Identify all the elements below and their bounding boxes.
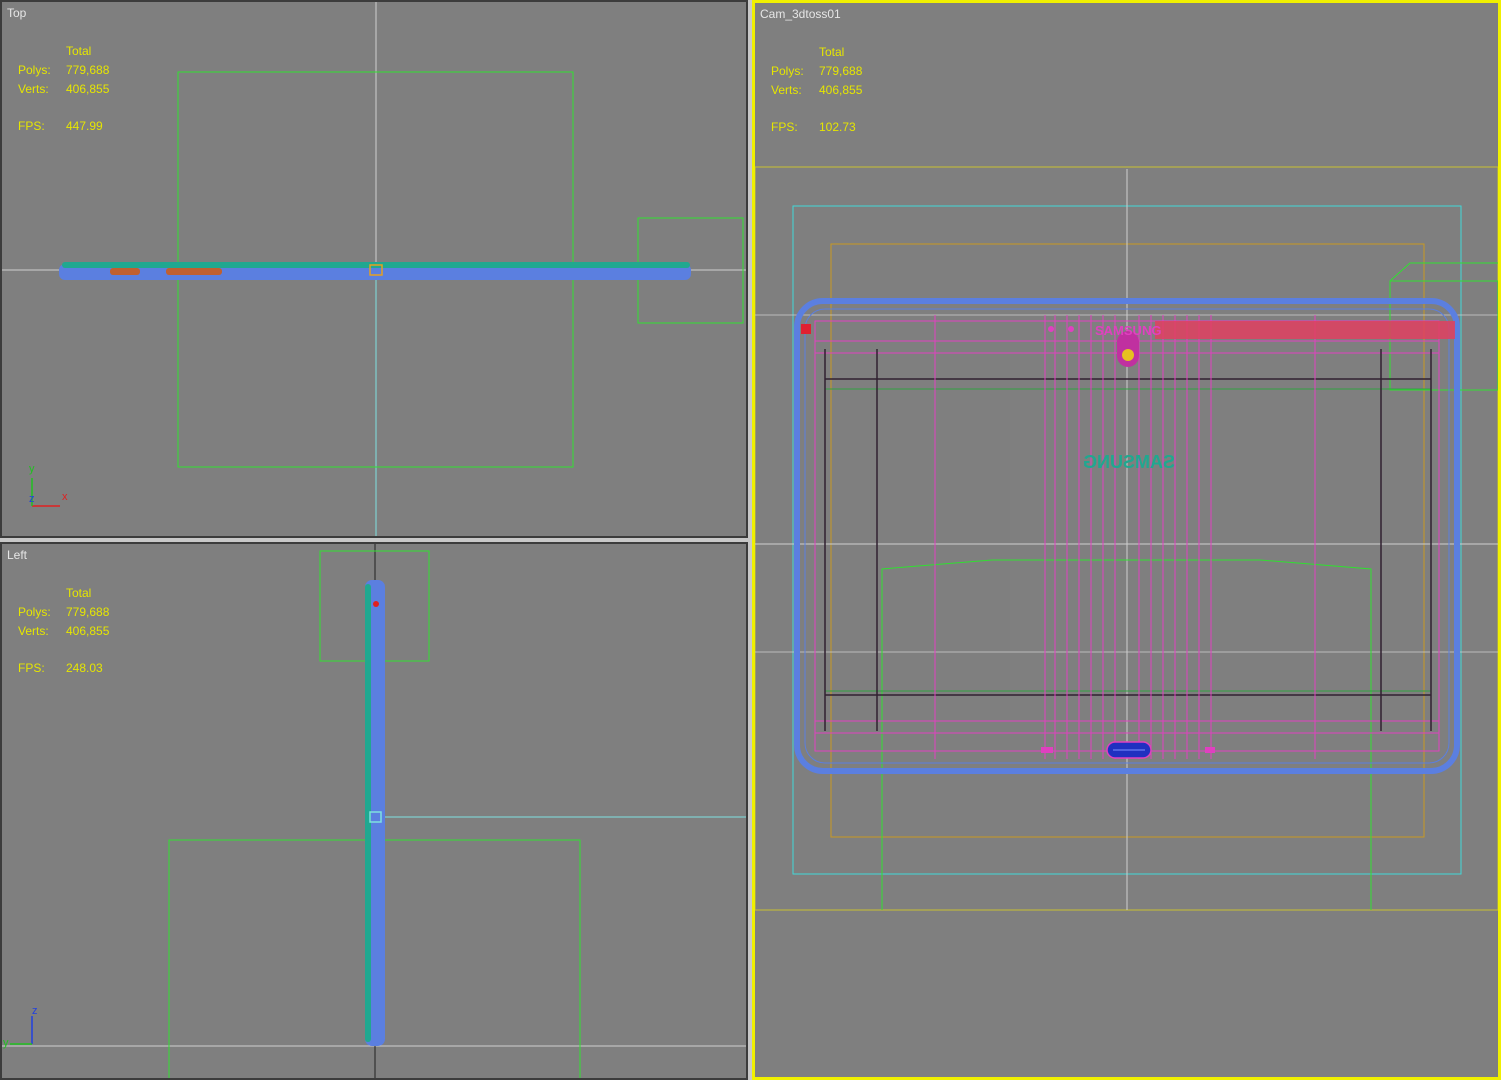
wire-v-bundle: [934, 315, 1316, 759]
top-scene: x y z: [2, 2, 746, 536]
stats-total-label: Total: [66, 586, 92, 600]
top-edge-strip: [1155, 321, 1455, 339]
stats-overlay-camera: Total Polys: 779,688 Verts: 406,855 FPS: 10…: [771, 43, 862, 137]
stats-overlay-top: Total Polys: 779,688 Verts: 406,855 FPS: 44…: [18, 42, 109, 136]
axis-y-label: y: [29, 463, 35, 475]
polys-value: 779,688: [66, 605, 110, 619]
camera-lens: [1122, 349, 1134, 361]
fps-value: 102.73: [819, 120, 856, 134]
verts-label: Verts:: [771, 83, 802, 97]
verts-label: Verts:: [18, 624, 49, 638]
fps-value: 447.99: [66, 119, 103, 133]
side-sensor-dot: [373, 601, 379, 607]
verts-label: Verts:: [18, 82, 49, 96]
viewport-left[interactable]: z y Left Total Polys: 779,688 Verts: 406,8…: [0, 542, 748, 1080]
sensor-dot-1: [1048, 326, 1054, 332]
viewport-top[interactable]: x y z Top Total Polys: 779,688 Verts: 406,…: [0, 0, 748, 538]
polys-value: 779,688: [66, 63, 110, 77]
camera-scene: SAMSUNG SAMSUNG: [755, 166, 1498, 911]
brand-logo-back: SAMSUNG: [1083, 452, 1175, 472]
speaker-right: [1205, 747, 1215, 753]
polys-value: 779,688: [819, 64, 863, 78]
axis-z-label: z: [32, 1005, 38, 1017]
polys-label: Polys:: [771, 64, 804, 78]
polys-label: Polys:: [18, 605, 51, 619]
fps-value: 248.03: [66, 661, 103, 675]
axis-x-label: x: [62, 491, 68, 503]
sensor-dot-2: [1068, 326, 1074, 332]
viewport-label-top[interactable]: Top: [7, 6, 26, 20]
verts-value: 406,855: [66, 624, 110, 638]
viewport-label-camera[interactable]: Cam_3dtoss01: [760, 7, 841, 21]
axis-y-label: y: [3, 1037, 9, 1049]
stats-total-label: Total: [66, 44, 92, 58]
tablet-button-2: [166, 268, 222, 275]
fps-label: FPS:: [771, 120, 798, 134]
axis-z-label: z: [29, 493, 35, 505]
brand-logo-top: SAMSUNG: [1095, 323, 1161, 338]
speaker-left: [1041, 747, 1053, 753]
fps-label: FPS:: [18, 661, 45, 675]
verts-value: 406,855: [819, 83, 863, 97]
corner-marker: [801, 324, 811, 334]
fps-label: FPS:: [18, 119, 45, 133]
stats-total-label: Total: [819, 45, 845, 59]
viewport-camera[interactable]: SAMSUNG SAMSUNG Cam_3dtoss01 Total Polys…: [752, 0, 1501, 1080]
tablet-button-1: [110, 268, 140, 275]
wire-frame-screen: [824, 378, 1432, 696]
light-box-corner: [1389, 262, 1498, 282]
viewport-label-left[interactable]: Left: [7, 548, 27, 562]
polys-label: Polys:: [18, 63, 51, 77]
left-scene: z y: [2, 544, 746, 1078]
stats-overlay-left: Total Polys: 779,688 Verts: 406,855 FPS: 24…: [18, 584, 109, 678]
verts-value: 406,855: [66, 82, 110, 96]
